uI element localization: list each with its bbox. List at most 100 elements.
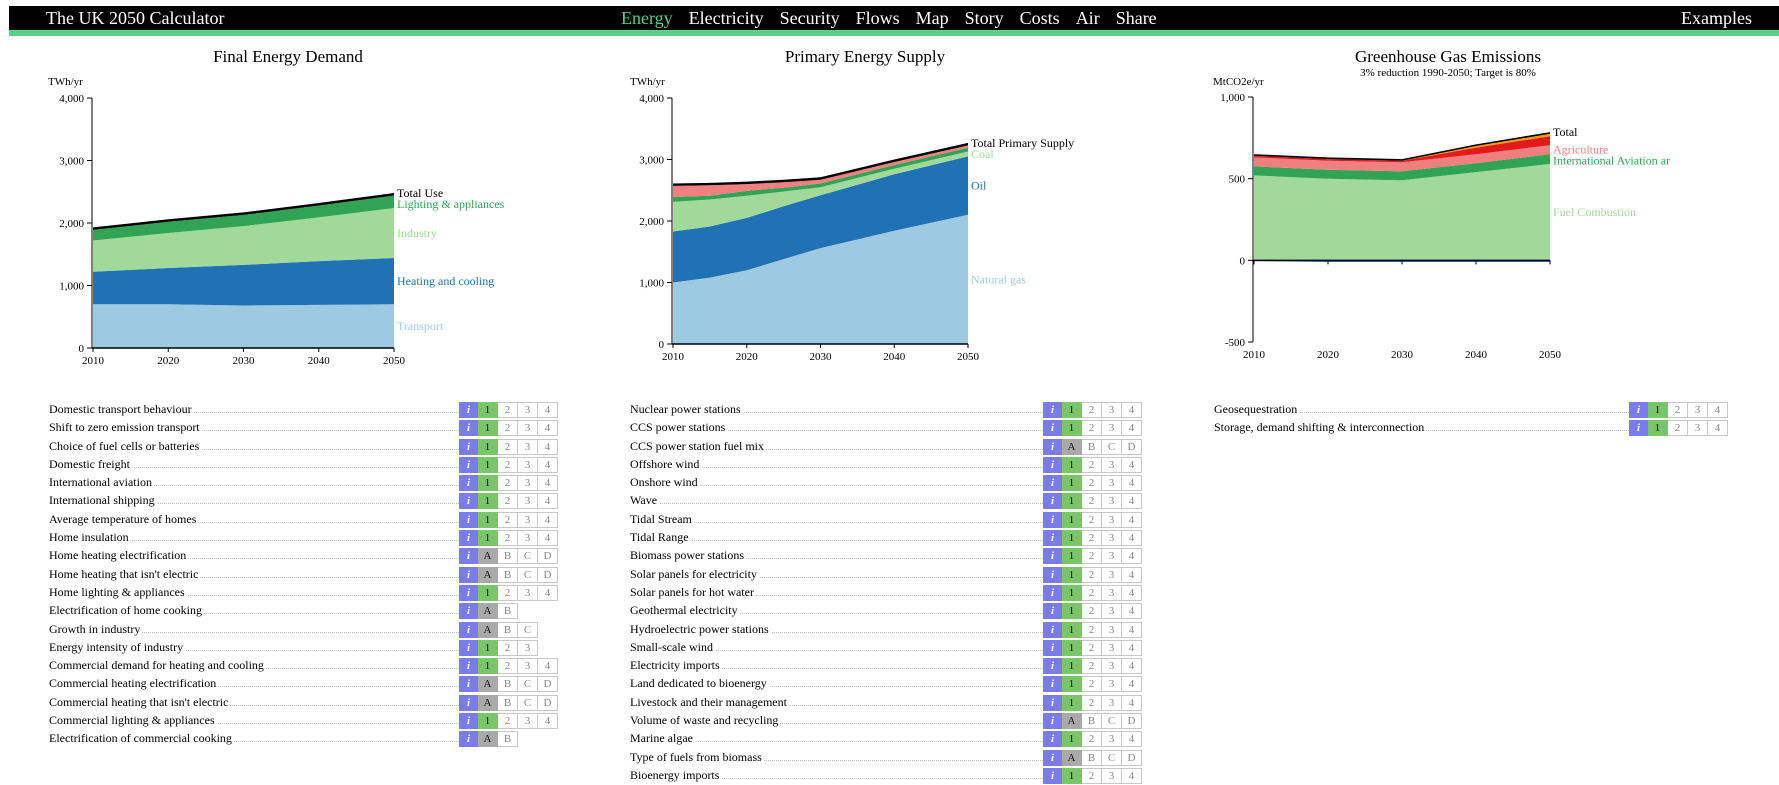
level-button[interactable]: B xyxy=(498,621,518,638)
level-button[interactable]: 4 xyxy=(538,584,558,601)
level-button[interactable]: B xyxy=(1082,749,1102,766)
level-button[interactable]: 3 xyxy=(1102,767,1122,784)
nav-map[interactable]: Map xyxy=(916,8,949,28)
level-button[interactable]: 1 xyxy=(1062,566,1082,583)
info-button[interactable]: i xyxy=(1043,402,1062,418)
info-button[interactable]: i xyxy=(459,694,478,711)
level-button[interactable]: 1 xyxy=(1062,603,1082,620)
level-button[interactable]: 2 xyxy=(1082,694,1102,711)
level-button[interactable]: 1 xyxy=(1062,658,1082,675)
info-button[interactable]: i xyxy=(459,402,478,418)
level-button[interactable]: 4 xyxy=(1122,511,1142,528)
info-button[interactable]: i xyxy=(459,603,478,620)
info-button[interactable]: i xyxy=(1043,749,1062,766)
level-button[interactable]: A xyxy=(1062,438,1082,455)
info-button[interactable]: i xyxy=(459,639,478,656)
level-button[interactable]: 3 xyxy=(1102,420,1122,437)
info-button[interactable]: i xyxy=(1043,420,1062,437)
level-button[interactable]: 4 xyxy=(538,402,558,418)
info-button[interactable]: i xyxy=(459,621,478,638)
level-button[interactable]: 4 xyxy=(1122,731,1142,748)
nav-air[interactable]: Air xyxy=(1076,8,1100,28)
info-button[interactable]: i xyxy=(1043,713,1062,730)
info-button[interactable]: i xyxy=(459,566,478,583)
level-button[interactable]: 1 xyxy=(478,456,498,473)
level-button[interactable]: 4 xyxy=(1122,639,1142,656)
level-button[interactable]: 1 xyxy=(1648,402,1668,418)
level-button[interactable]: B xyxy=(498,694,518,711)
info-button[interactable]: i xyxy=(1043,621,1062,638)
info-button[interactable]: i xyxy=(1043,456,1062,473)
level-button[interactable]: C xyxy=(1102,749,1122,766)
level-button[interactable]: 3 xyxy=(518,475,538,492)
level-button[interactable]: 1 xyxy=(478,402,498,418)
level-button[interactable]: 2 xyxy=(498,438,518,455)
level-button[interactable]: 1 xyxy=(478,493,498,510)
info-button[interactable]: i xyxy=(459,420,478,437)
nav-flows[interactable]: Flows xyxy=(856,8,900,28)
info-button[interactable]: i xyxy=(1043,694,1062,711)
level-button[interactable]: 4 xyxy=(538,511,558,528)
info-button[interactable]: i xyxy=(1043,493,1062,510)
nav-costs[interactable]: Costs xyxy=(1020,8,1060,28)
level-button[interactable]: 4 xyxy=(538,475,558,492)
level-button[interactable]: C xyxy=(518,548,538,565)
info-button[interactable]: i xyxy=(459,548,478,565)
level-button[interactable]: C xyxy=(518,566,538,583)
level-button[interactable]: 3 xyxy=(1102,584,1122,601)
level-button[interactable]: D xyxy=(1122,749,1142,766)
level-button[interactable]: B xyxy=(1082,713,1102,730)
level-button[interactable]: 3 xyxy=(1102,456,1122,473)
level-button[interactable]: 1 xyxy=(1062,676,1082,693)
info-button[interactable]: i xyxy=(1043,566,1062,583)
level-button[interactable]: B xyxy=(498,603,518,620)
level-button[interactable]: 2 xyxy=(1082,493,1102,510)
level-button[interactable]: 2 xyxy=(1082,456,1102,473)
level-button[interactable]: 2 xyxy=(1082,639,1102,656)
info-button[interactable]: i xyxy=(1629,420,1648,437)
level-button[interactable]: 2 xyxy=(1082,530,1102,547)
level-button[interactable]: 3 xyxy=(518,511,538,528)
level-button[interactable]: 1 xyxy=(1062,530,1082,547)
level-button[interactable]: 3 xyxy=(1102,566,1122,583)
level-button[interactable]: D xyxy=(1122,713,1142,730)
level-button[interactable]: 2 xyxy=(1668,402,1688,418)
level-button[interactable]: 3 xyxy=(518,713,538,730)
level-button[interactable]: A xyxy=(478,566,498,583)
info-button[interactable]: i xyxy=(459,438,478,455)
level-button[interactable]: 3 xyxy=(1102,676,1122,693)
level-button[interactable]: 3 xyxy=(518,402,538,418)
level-button[interactable]: 2 xyxy=(1082,402,1102,418)
level-button[interactable]: 3 xyxy=(1102,731,1122,748)
level-button[interactable]: 2 xyxy=(1082,767,1102,784)
level-button[interactable]: A xyxy=(478,621,498,638)
level-button[interactable]: 4 xyxy=(1122,548,1142,565)
level-button[interactable]: D xyxy=(1122,438,1142,455)
level-button[interactable]: 4 xyxy=(1122,676,1142,693)
info-button[interactable]: i xyxy=(1629,402,1648,418)
level-button[interactable]: 1 xyxy=(478,475,498,492)
level-button[interactable]: 4 xyxy=(1122,767,1142,784)
nav-electricity[interactable]: Electricity xyxy=(689,8,764,28)
level-button[interactable]: A xyxy=(478,694,498,711)
level-button[interactable]: 1 xyxy=(1062,767,1082,784)
level-button[interactable]: 1 xyxy=(1062,584,1082,601)
level-button[interactable]: B xyxy=(498,566,518,583)
info-button[interactable]: i xyxy=(1043,548,1062,565)
level-button[interactable]: 4 xyxy=(1122,566,1142,583)
level-button[interactable]: 2 xyxy=(1082,420,1102,437)
level-button[interactable]: 2 xyxy=(498,456,518,473)
level-button[interactable]: 4 xyxy=(538,438,558,455)
level-button[interactable]: 1 xyxy=(478,438,498,455)
level-button[interactable]: 4 xyxy=(1122,493,1142,510)
level-button[interactable]: 2 xyxy=(498,493,518,510)
info-button[interactable]: i xyxy=(1043,530,1062,547)
nav-share[interactable]: Share xyxy=(1116,8,1157,28)
level-button[interactable]: 4 xyxy=(1708,402,1728,418)
level-button[interactable]: 2 xyxy=(1082,676,1102,693)
level-button[interactable]: 3 xyxy=(1102,530,1122,547)
level-button[interactable]: B xyxy=(498,676,518,693)
level-button[interactable]: 3 xyxy=(518,493,538,510)
level-button[interactable]: 1 xyxy=(1062,511,1082,528)
level-button[interactable]: 2 xyxy=(1668,420,1688,437)
